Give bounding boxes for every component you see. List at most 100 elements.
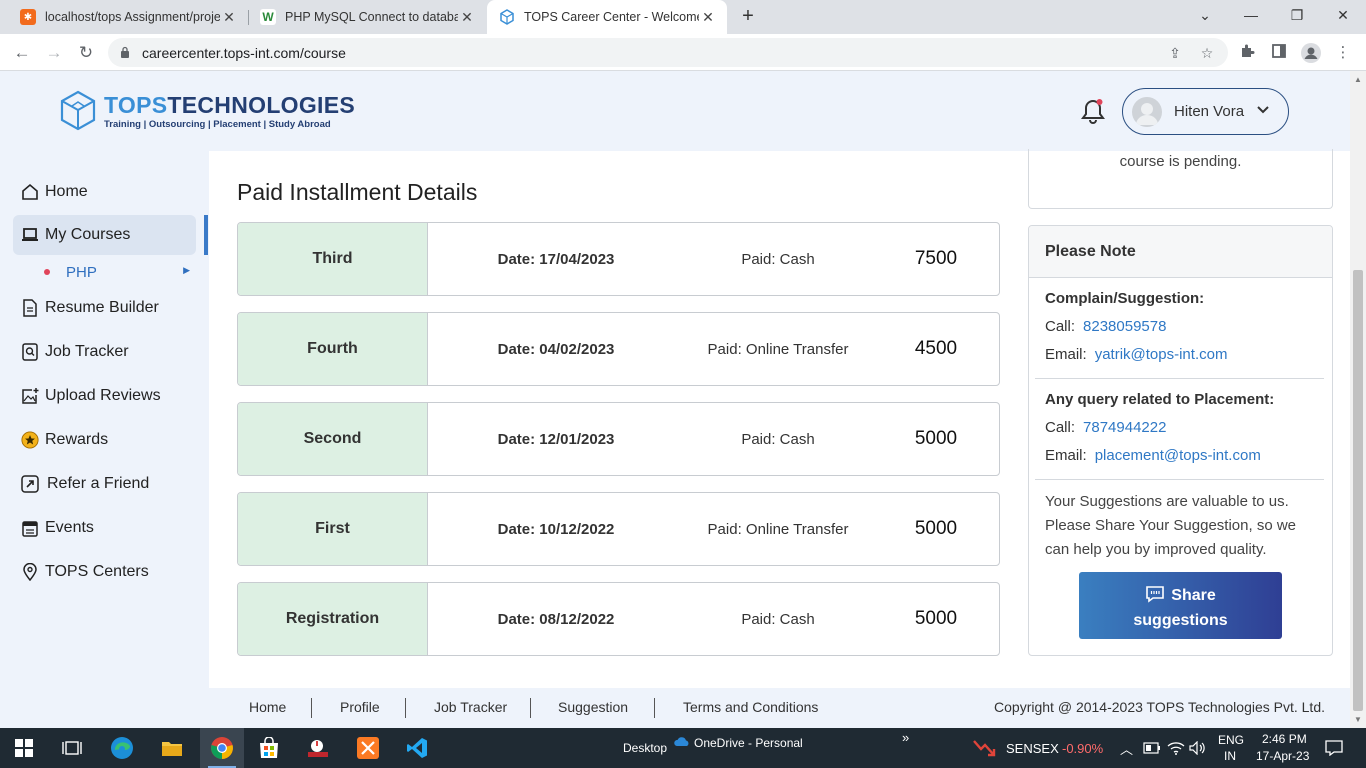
xampp-icon[interactable]: [356, 736, 380, 760]
media-app-icon[interactable]: [306, 736, 330, 760]
notification-bell-icon[interactable]: [1080, 97, 1106, 125]
sidebar-item-refer-a-friend[interactable]: Refer a Friend: [13, 464, 196, 504]
task-view-icon[interactable]: [60, 736, 84, 760]
stock-chart-icon[interactable]: [972, 736, 996, 760]
share-suggestions-button[interactable]: Share suggestions: [1079, 572, 1282, 639]
browser-menu-icon[interactable]: ⋮: [1333, 43, 1353, 63]
share-page-icon[interactable]: ⇪: [1166, 44, 1184, 62]
battery-icon[interactable]: [1140, 736, 1164, 760]
user-menu-button[interactable]: Hiten Vora: [1122, 88, 1289, 135]
sensex-label[interactable]: SENSEX: [1006, 741, 1059, 756]
sidebar-item-rewards[interactable]: Rewards: [13, 420, 196, 460]
language-line2[interactable]: IN: [1224, 749, 1236, 763]
footer-link-profile[interactable]: Profile: [340, 699, 380, 715]
footer-link-terms[interactable]: Terms and Conditions: [683, 699, 818, 715]
desktop-toolbar-label[interactable]: Desktop: [623, 741, 667, 755]
active-indicator: [204, 215, 208, 255]
please-note-card: Please Note Complain/Suggestion: Call: 82…: [1028, 225, 1333, 656]
installment-payment-mode: Paid: Cash: [741, 250, 815, 268]
sidebar-item-tops-centers[interactable]: TOPS Centers: [13, 552, 196, 592]
installment-date: Date: 17/04/2023: [497, 250, 615, 268]
bookmark-star-icon[interactable]: ☆: [1198, 44, 1216, 62]
tab-title: TOPS Career Center - Welcome t: [524, 10, 699, 24]
w3-favicon-icon: W: [260, 9, 276, 25]
side-panel-icon[interactable]: [1269, 43, 1289, 63]
microsoft-store-icon[interactable]: [257, 736, 281, 760]
clock-time[interactable]: 2:46 PM: [1262, 732, 1307, 746]
placement-email-link[interactable]: placement@tops-int.com: [1095, 447, 1261, 464]
sidebar-item-label: TOPS Centers: [45, 563, 149, 580]
page-title: Paid Installment Details: [237, 179, 478, 205]
call-label: Call:: [1045, 419, 1076, 436]
close-tab-icon[interactable]: ✕: [458, 9, 476, 26]
vscode-icon[interactable]: [405, 736, 429, 760]
complain-email-link[interactable]: yatrik@tops-int.com: [1095, 346, 1228, 363]
footer-link-job-tracker[interactable]: Job Tracker: [434, 699, 507, 715]
email-label: Email:: [1045, 447, 1087, 464]
browser-tab-php-mysql[interactable]: W PHP MySQL Connect to database ✕: [248, 0, 486, 34]
edge-browser-icon[interactable]: [110, 736, 134, 760]
footer-link-home[interactable]: Home: [249, 699, 286, 715]
language-line1[interactable]: ENG: [1218, 733, 1244, 747]
new-tab-button[interactable]: +: [736, 5, 760, 29]
wifi-icon[interactable]: [1164, 736, 1188, 760]
volume-icon[interactable]: [1186, 736, 1210, 760]
reload-icon[interactable]: ↻: [74, 41, 98, 65]
xampp-favicon-icon: ✱: [20, 9, 36, 25]
close-tab-icon[interactable]: ✕: [220, 9, 238, 26]
course-status-card: course is pending.: [1028, 149, 1333, 209]
scroll-up-arrow-icon[interactable]: ▲: [1354, 75, 1362, 84]
complain-phone-link[interactable]: 8238059578: [1083, 318, 1166, 335]
show-hidden-icons-chevron-icon[interactable]: ︿: [1120, 739, 1133, 758]
installment-label: Fourth: [238, 313, 428, 385]
profile-avatar-icon[interactable]: [1301, 43, 1321, 63]
scrollbar-thumb[interactable]: [1353, 270, 1363, 711]
tops-logo[interactable]: TOPSTECHNOLOGIES Training | Outsourcing …: [58, 89, 355, 133]
installment-date: Date: 12/01/2023: [497, 430, 615, 448]
sidebar-subitem-label: PHP: [66, 263, 97, 281]
installment-date: Date: 10/12/2022: [497, 520, 615, 538]
installment-label: Second: [238, 403, 428, 475]
address-bar[interactable]: careercenter.tops-int.com/course ⇪ ☆: [108, 38, 1228, 67]
onedrive-label[interactable]: OneDrive - Personal: [694, 736, 803, 750]
chrome-browser-icon[interactable]: [210, 736, 234, 760]
sidebar-item-home[interactable]: Home: [13, 172, 196, 212]
close-window-button[interactable]: ✕: [1320, 0, 1366, 30]
page-scrollbar[interactable]: ▲ ▼: [1350, 71, 1366, 728]
windows-start-icon[interactable]: [12, 736, 36, 760]
sidebar-item-job-tracker[interactable]: Job Tracker: [13, 332, 196, 372]
sidebar-item-label: Upload Reviews: [45, 387, 161, 404]
sidebar-item-resume-builder[interactable]: Resume Builder: [13, 288, 196, 328]
file-explorer-icon[interactable]: [160, 736, 184, 760]
sidebar-item-my-courses[interactable]: My Courses: [13, 215, 196, 255]
close-tab-icon[interactable]: ✕: [699, 9, 717, 26]
sidebar-subitem-php[interactable]: PHP ▶: [44, 262, 194, 282]
lock-icon: [121, 46, 129, 58]
forward-arrow-icon[interactable]: →: [42, 41, 66, 65]
sidebar-item-label: Home: [45, 183, 88, 200]
browser-tab-localhost[interactable]: ✱ localhost/tops Assignment/proje ✕: [8, 0, 248, 34]
restore-window-button[interactable]: ❐: [1274, 0, 1320, 30]
extensions-puzzle-icon[interactable]: [1237, 43, 1257, 63]
chevron-down-icon: [1256, 102, 1270, 118]
sidebar-item-events[interactable]: Events: [13, 508, 196, 548]
scroll-down-arrow-icon[interactable]: ▼: [1354, 715, 1362, 724]
clock-date[interactable]: 17-Apr-23: [1256, 749, 1309, 763]
call-label: Call:: [1045, 318, 1076, 335]
onedrive-cloud-icon[interactable]: [674, 736, 690, 750]
placement-phone-link[interactable]: 7874944222: [1083, 419, 1166, 436]
back-arrow-icon[interactable]: ←: [10, 41, 34, 65]
complain-call-line: Call: 8238059578: [1045, 318, 1166, 335]
sidebar-item-upload-reviews[interactable]: Upload Reviews: [13, 376, 196, 416]
minimize-window-button[interactable]: —: [1228, 0, 1274, 30]
installment-row: Second Date: 12/01/2023 Paid: Cash 5000: [237, 402, 1000, 476]
overflow-chevron-icon[interactable]: »: [902, 730, 909, 745]
windows-taskbar: Desktop OneDrive - Personal » SENSEX -0.…: [0, 728, 1366, 768]
footer-link-suggestion[interactable]: Suggestion: [558, 699, 628, 715]
sidebar-item-label: Refer a Friend: [47, 475, 150, 492]
browser-tab-tops-career[interactable]: TOPS Career Center - Welcome t ✕: [487, 0, 727, 34]
notification-center-icon[interactable]: [1322, 736, 1346, 760]
sidebar-item-label: Rewards: [45, 431, 109, 448]
installment-row: First Date: 10/12/2022 Paid: Online Tran…: [237, 492, 1000, 566]
tab-search-chevron-icon[interactable]: ⌄: [1182, 0, 1228, 30]
